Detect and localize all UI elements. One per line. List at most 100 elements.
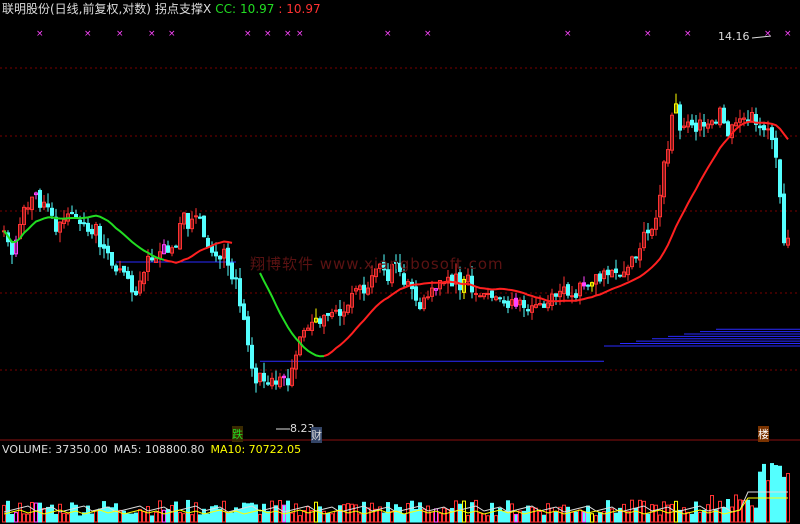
volume-bar <box>358 513 362 523</box>
cc-value-2: : 10.97 <box>278 2 321 16</box>
volume-bar <box>262 503 266 523</box>
candle-body <box>250 344 254 369</box>
volume-bar <box>230 512 234 523</box>
signal-marks: × × × × × × × × × × × × × × × × <box>36 29 792 39</box>
candle-body <box>218 255 222 260</box>
candle-body <box>566 284 570 296</box>
volume-bar <box>294 503 298 523</box>
candle-body <box>490 290 494 298</box>
volume-bar <box>726 499 730 523</box>
volume-bar <box>614 512 618 523</box>
candle-body <box>50 207 54 216</box>
volume-bar <box>642 500 646 523</box>
volume-bar <box>338 505 342 523</box>
volume-bar <box>590 513 594 523</box>
volume-bar <box>402 513 406 523</box>
candle-body <box>618 274 622 277</box>
volume-bar <box>482 513 486 523</box>
candle-body <box>726 121 730 137</box>
candle-body <box>202 215 206 238</box>
volume-bar <box>606 500 610 523</box>
candle-body <box>102 244 106 249</box>
volume-bar <box>126 513 130 523</box>
volume-bar <box>686 511 690 523</box>
volume-bar <box>306 506 310 523</box>
candle-body <box>134 290 138 296</box>
volume-bar <box>698 511 702 523</box>
candle-body <box>262 372 266 382</box>
volume-bar <box>526 505 530 523</box>
watermark: 翔博软件 www.xiangbosoft.com <box>250 255 504 273</box>
high-price-label: 14.16 <box>718 30 750 43</box>
signal-mark: × <box>644 29 652 39</box>
volume-bar <box>538 511 542 523</box>
ma-line-red-1 <box>163 240 233 264</box>
signal-mark: × <box>784 29 792 39</box>
volume-bar <box>762 463 766 523</box>
candle-body <box>106 245 110 254</box>
candle-body <box>10 241 14 255</box>
volume-bar <box>130 513 134 523</box>
candle-body <box>198 216 202 219</box>
candle-body <box>678 104 682 131</box>
volume-bar <box>438 512 442 523</box>
volume-bar <box>94 510 98 523</box>
volume-bar <box>14 512 18 523</box>
volume-bar <box>394 504 398 523</box>
volume-bar <box>138 509 142 523</box>
candle-body <box>458 272 462 291</box>
candle-body <box>206 237 210 248</box>
volume-bar <box>146 506 150 523</box>
candle-body <box>318 318 322 324</box>
volume-bar <box>98 508 102 523</box>
candle-body <box>274 380 278 385</box>
candle-body <box>54 216 58 232</box>
volume-bar <box>730 506 734 523</box>
volume-bar <box>390 510 394 523</box>
ma-line-green-2 <box>259 272 325 358</box>
volume-bar <box>782 476 786 523</box>
volume-bar <box>514 513 518 523</box>
volume-bar <box>582 511 586 523</box>
candle-body <box>122 265 126 273</box>
cc-label: CC: <box>215 2 237 16</box>
volume-bar <box>646 513 650 523</box>
volume-bar <box>42 507 46 523</box>
signal-mark: × <box>168 29 176 39</box>
chart-header: 联明股份(日线,前复权,对数) 拐点支撑X CC: 10.97: 10.97 <box>2 0 325 17</box>
candle-body <box>98 225 102 248</box>
candle-body <box>570 295 574 298</box>
volume-bar <box>58 503 62 523</box>
signal-mark: × <box>684 29 692 39</box>
volume-bar <box>342 504 346 523</box>
candle-body <box>186 212 190 229</box>
tag-cai: 财 <box>311 427 322 443</box>
candle-body <box>214 251 218 257</box>
signal-mark: × <box>384 29 392 39</box>
volume-value: VOLUME: 37350.00 <box>2 443 108 456</box>
volume-bar <box>694 501 698 523</box>
volume-bar <box>610 508 614 523</box>
candle-body <box>774 137 778 158</box>
candle-body <box>450 274 454 287</box>
volume-bar <box>330 513 334 523</box>
signal-mark: × <box>424 29 432 39</box>
volume-bar <box>34 502 38 523</box>
candle-body <box>478 295 482 298</box>
candle-body <box>246 316 250 346</box>
volume-bar <box>442 507 446 523</box>
candle-body <box>46 203 50 208</box>
candle-body <box>70 212 74 215</box>
volume-bar <box>778 465 782 523</box>
candle-body <box>522 300 526 308</box>
candle-body <box>766 128 770 131</box>
candle-body <box>502 300 506 304</box>
volume-bar <box>166 509 170 523</box>
candle-body <box>778 159 782 198</box>
volume-bar <box>350 503 354 523</box>
candle-body <box>130 275 134 293</box>
candle-body <box>514 297 518 307</box>
volume-bar <box>770 463 774 523</box>
volume-bar <box>106 506 110 523</box>
candle-body <box>402 273 406 285</box>
